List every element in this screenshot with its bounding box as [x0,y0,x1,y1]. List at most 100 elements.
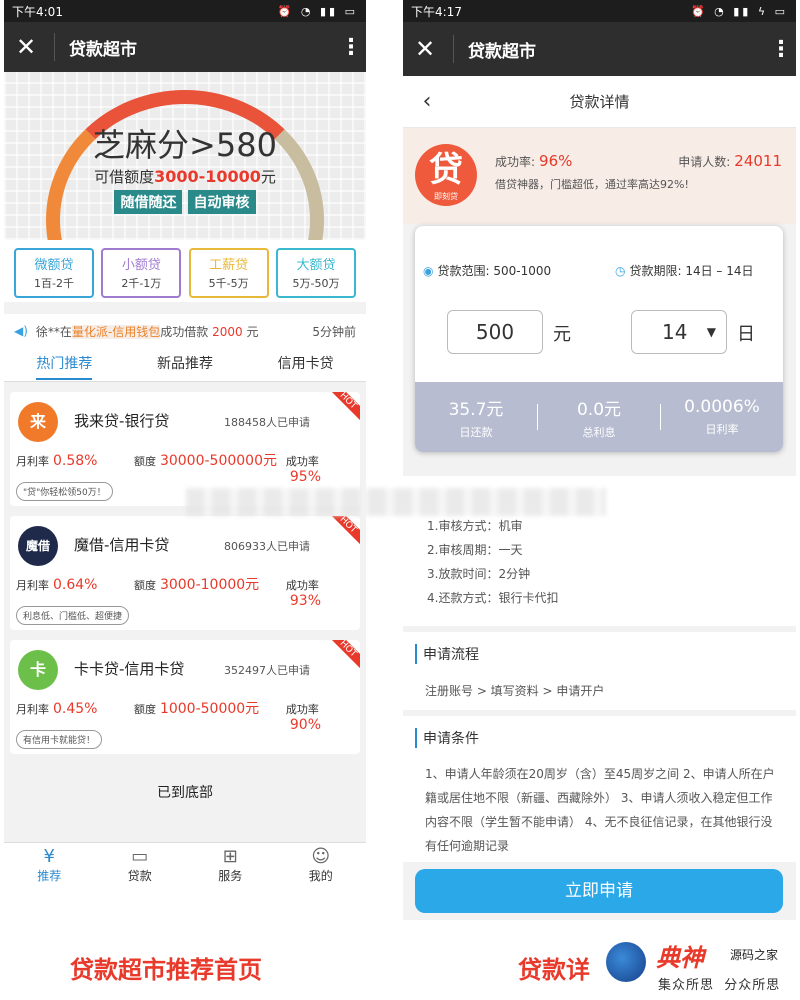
product-name: 魔借-信用卡贷 [74,536,170,554]
watermark-mark: 典神 [656,944,704,972]
daily-repayment: 35.7元 日还款 [415,395,537,440]
banner-sub-suffix: 元 [260,168,276,186]
term-unit: 日 [737,324,755,345]
applicants-value: 24011 [734,152,782,170]
close-icon[interactable]: ✕ [16,33,46,61]
category-daedai[interactable]: 大额贷 5万-50万 [275,248,356,298]
success-label: 成功率 [285,579,319,592]
amount-unit: 元 [553,324,571,345]
nav-label: 服务 [218,869,243,883]
nav-recommend[interactable]: ¥ 推荐 [4,843,95,890]
slogan-1: 集众所思 [658,978,715,993]
ticker-user: 徐**在 [35,324,72,339]
result-label: 日利率 [705,423,739,436]
status-icons: ⏰ ◔ ▮▮ ▭ [277,4,358,18]
slogan-2: 分众所思 [724,978,781,993]
product-stats: 月利率 0.64% 额度 3000-10000元 成功率93% [16,574,354,609]
banner-tag: 自动审核 [187,190,256,214]
ticker-text: 徐**在量化派-信用钱包成功借款 2000 元 [36,323,312,340]
amount-input[interactable]: 500 [447,310,543,354]
product-logo-icon: 贷即刻贷 [415,144,477,206]
promo-banner[interactable]: 芝麻分>580 可借额度3000-10000元 随借随还 自动审核 [4,72,366,240]
rate-label: 月利率 [16,579,49,592]
nav-profile[interactable]: ☺ 我的 [276,843,367,890]
detail-item: 1.审核方式：机审 [427,519,523,533]
total-interest: 0.0元 总利息 [538,395,660,440]
rate-label: 月利率 [16,703,49,716]
tab-credit-card[interactable]: 信用卡贷 [245,348,366,381]
product-logo-icon: 卡 [18,650,58,690]
result-value: 35.7元 [448,399,504,420]
section-title: 申请流程 [415,644,796,664]
category-xiaoedai[interactable]: 小额贷 2千-1万 [101,248,182,298]
watermark-brand: 源码之家 [730,948,779,962]
product-stats: 月利率 0.45% 额度 1000-50000元 成功率90% [16,698,354,733]
apply-conditions-section: 申请条件 1、申请人年龄须在20周岁（含）至45周岁之间 2、申请人所在户籍或居… [403,716,796,862]
rate-value: 0.64% [53,577,98,593]
divider [54,33,55,61]
category-name: 工薪贷 [209,258,249,273]
hot-badge: HOT [323,392,360,426]
home-screen: 下午4:01 ⏰ ◔ ▮▮ ▭ ✕ 贷款超市 ⋮ 芝麻分>580 可借额度300… [4,0,366,890]
user-icon: ☺ [311,846,331,867]
watermark-slogan: 集众所思 分众所思 [658,974,780,993]
detail-header: ‹ 贷款详情 [403,76,796,128]
success-value: 96% [539,152,573,170]
tab-new[interactable]: 新品推荐 [125,348,246,381]
status-icons: ⏰ ◔ ▮▮ ϟ ▭ [690,4,788,18]
yen-icon: ¥ [43,846,55,867]
banner-tags: 随借随还 自动审核 [4,190,366,214]
nav-service[interactable]: ⊞ 服务 [185,843,276,890]
status-bar: 下午4:01 ⏰ ◔ ▮▮ ▭ [4,0,366,22]
right-caption: 贷款详 [518,956,590,984]
product-name: 卡卡贷-信用卡贷 [74,660,185,678]
close-icon[interactable]: ✕ [415,35,445,63]
loan-calculator: ◉ 贷款范围: 500-1000 ◷ 贷款期限: 14日 – 14日 500 元 1… [415,226,783,452]
status-bar: 下午4:17 ⏰ ◔ ▮▮ ϟ ▭ [403,0,796,22]
hot-badge: HOT [323,516,360,550]
left-caption: 贷款超市推荐首页 [70,956,262,984]
category-weiedai[interactable]: 微额贷 1百-2千 [14,248,94,298]
coins-icon: ◉ [423,264,434,278]
logo-subtext: 即刻贷 [434,192,458,201]
range-text: 贷款范围: 500-1000 [437,264,552,278]
logo-char: 贷 [429,150,463,190]
product-description: 借贷神器，门槛超低，通过率高达92%! [495,178,689,191]
apply-flow-section: 申请流程 注册账号 > 填写资料 > 申请开户 [403,632,796,710]
rate-value: 0.58% [53,453,98,469]
bottom-nav: ¥ 推荐 ▭ 贷款 ⊞ 服务 ☺ 我的 [4,842,366,890]
back-icon[interactable]: ‹ [403,89,451,114]
wallet-icon: ▭ [131,846,149,867]
apply-now-button[interactable]: 立即申请 [415,869,783,913]
product-name: 我来贷-银行贷 [74,412,170,430]
product-applied-count: 352497人已申请 [224,664,310,677]
nav-label: 推荐 [37,869,62,883]
product-applied-count: 188458人已申请 [224,416,310,429]
speaker-icon: ◀) [14,324,28,338]
caret-down-icon: ▼ [706,325,716,339]
divider [453,35,454,63]
product-card[interactable]: 卡 卡卡贷-信用卡贷 352497人已申请 HOT 月利率 0.45% 额度 100… [10,640,360,754]
loan-ticker: ◀) 徐**在量化派-信用钱包成功借款 2000 元 5分钟前 [4,314,366,348]
more-icon[interactable]: ⋮ [340,35,362,60]
banner-tag: 随借随还 [114,190,183,214]
nav-loan[interactable]: ▭ 贷款 [95,843,186,890]
more-icon[interactable]: ⋮ [770,37,792,62]
applicants-label: 申请人数: [678,155,731,169]
tab-bar: 热门推荐 新品推荐 信用卡贷 [4,348,366,382]
watermark: 典神 源码之家 集众所思 分众所思 [606,938,796,994]
nav-label: 我的 [308,869,333,883]
product-tag: 有信用卡就能贷！ [16,730,103,749]
conditions-text: 1、申请人年龄须在20周岁（含）至45周岁之间 2、申请人所在户籍或居住地不限（… [425,767,775,853]
category-range: 2千-1万 [121,277,162,290]
ticker-time: 5分钟前 [312,324,356,339]
category-gongxindai[interactable]: 工薪贷 5千-5万 [188,248,269,298]
term-select[interactable]: 14 ▼ [631,310,727,354]
tab-hot[interactable]: 热门推荐 [4,348,125,381]
app-title: 贷款超市 [468,41,536,62]
grid-icon: ⊞ [222,846,238,867]
tab-label: 新品推荐 [157,356,213,372]
banner-subtitle: 可借额度3000-10000元 [4,166,366,187]
product-card[interactable]: 魔借 魔借-信用卡贷 806933人已申请 HOT 月利率 0.64% 额度 300… [10,516,360,630]
term-text: 贷款期限: 14日 – 14日 [629,264,754,278]
